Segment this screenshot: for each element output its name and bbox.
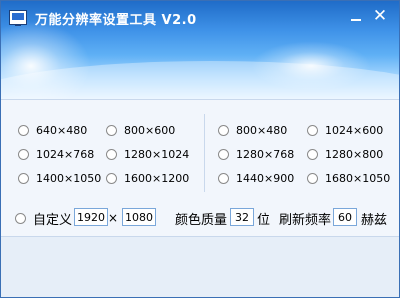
color-depth-input[interactable]: 32 xyxy=(230,208,254,226)
refresh-rate-label: 刷新频率 xyxy=(279,212,332,228)
radio-button[interactable] xyxy=(307,172,318,184)
radio-button[interactable] xyxy=(218,148,229,160)
footer-area xyxy=(1,236,399,297)
refresh-rate-input[interactable]: 60 xyxy=(333,208,357,226)
resolution-option[interactable]: 1600×1200 xyxy=(106,170,189,186)
radio-button[interactable] xyxy=(18,124,29,136)
color-depth-label: 颜色质量 xyxy=(175,212,228,228)
times-sign: × xyxy=(108,211,119,225)
resolution-option[interactable]: 800×480 xyxy=(218,122,287,138)
minimize-icon xyxy=(351,19,361,21)
radio-button[interactable] xyxy=(106,148,117,160)
close-button[interactable]: ✕ xyxy=(371,7,389,25)
resolution-option[interactable]: 800×600 xyxy=(106,122,175,138)
resolution-option[interactable]: 1024×600 xyxy=(307,122,383,138)
resolution-option[interactable]: 640×480 xyxy=(18,122,87,138)
custom-width-input[interactable]: 1920 xyxy=(74,208,108,226)
minimize-button[interactable] xyxy=(347,7,365,25)
group-divider xyxy=(204,114,205,192)
radio-button[interactable] xyxy=(307,124,318,136)
title-bar: 万能分辨率设置工具 V2.0 ✕ xyxy=(1,1,399,99)
radio-button[interactable] xyxy=(15,212,26,224)
custom-settings-row: 自定义 1920 × 1080 颜色质量 32 位 刷新频率 60 赫兹 xyxy=(15,207,395,229)
radio-button[interactable] xyxy=(18,172,29,184)
resolution-option[interactable]: 1280×768 xyxy=(218,146,294,162)
monitor-icon xyxy=(9,10,27,26)
resolution-option[interactable]: 1400×1050 xyxy=(18,170,101,186)
radio-button[interactable] xyxy=(18,148,29,160)
radio-button[interactable] xyxy=(307,148,318,160)
radio-button[interactable] xyxy=(106,172,117,184)
resolution-option[interactable]: 1280×800 xyxy=(307,146,383,162)
refresh-rate-unit: 赫兹 xyxy=(361,212,388,228)
resolution-option[interactable]: 1440×900 xyxy=(218,170,294,186)
window-title: 万能分辨率设置工具 V2.0 xyxy=(35,13,197,28)
radio-button[interactable] xyxy=(218,124,229,136)
custom-height-input[interactable]: 1080 xyxy=(122,208,156,226)
resolution-option[interactable]: 1024×768 xyxy=(18,146,94,162)
radio-button[interactable] xyxy=(218,172,229,184)
custom-label: 自定义 xyxy=(33,212,73,228)
radio-button[interactable] xyxy=(106,124,117,136)
app-window: 万能分辨率设置工具 V2.0 ✕ 640×480 800×600 1024×76… xyxy=(0,0,400,298)
separator xyxy=(1,99,399,100)
color-depth-unit: 位 xyxy=(257,212,271,228)
custom-option[interactable]: 自定义 xyxy=(15,207,72,229)
resolution-option[interactable]: 1280×1024 xyxy=(106,146,189,162)
resolution-option[interactable]: 1680×1050 xyxy=(307,170,390,186)
